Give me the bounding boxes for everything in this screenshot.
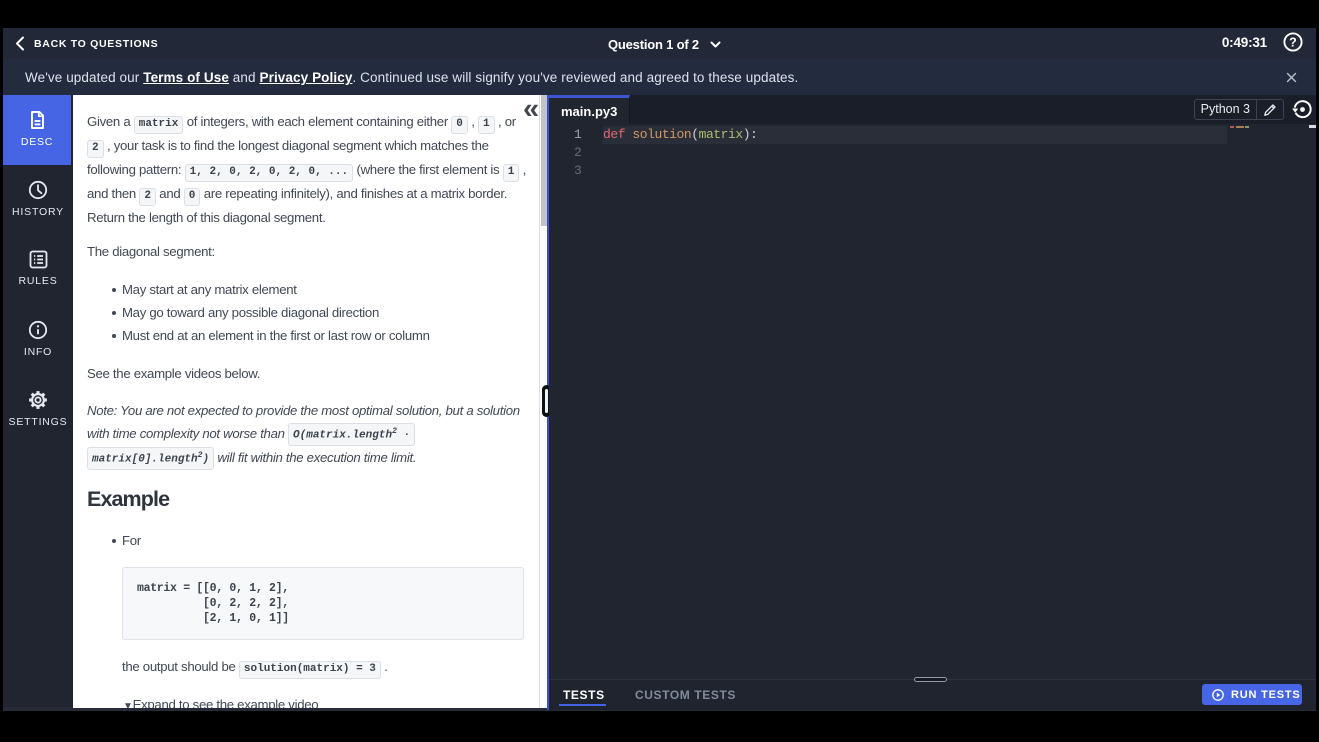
svg-text:?: ?	[1289, 36, 1297, 50]
